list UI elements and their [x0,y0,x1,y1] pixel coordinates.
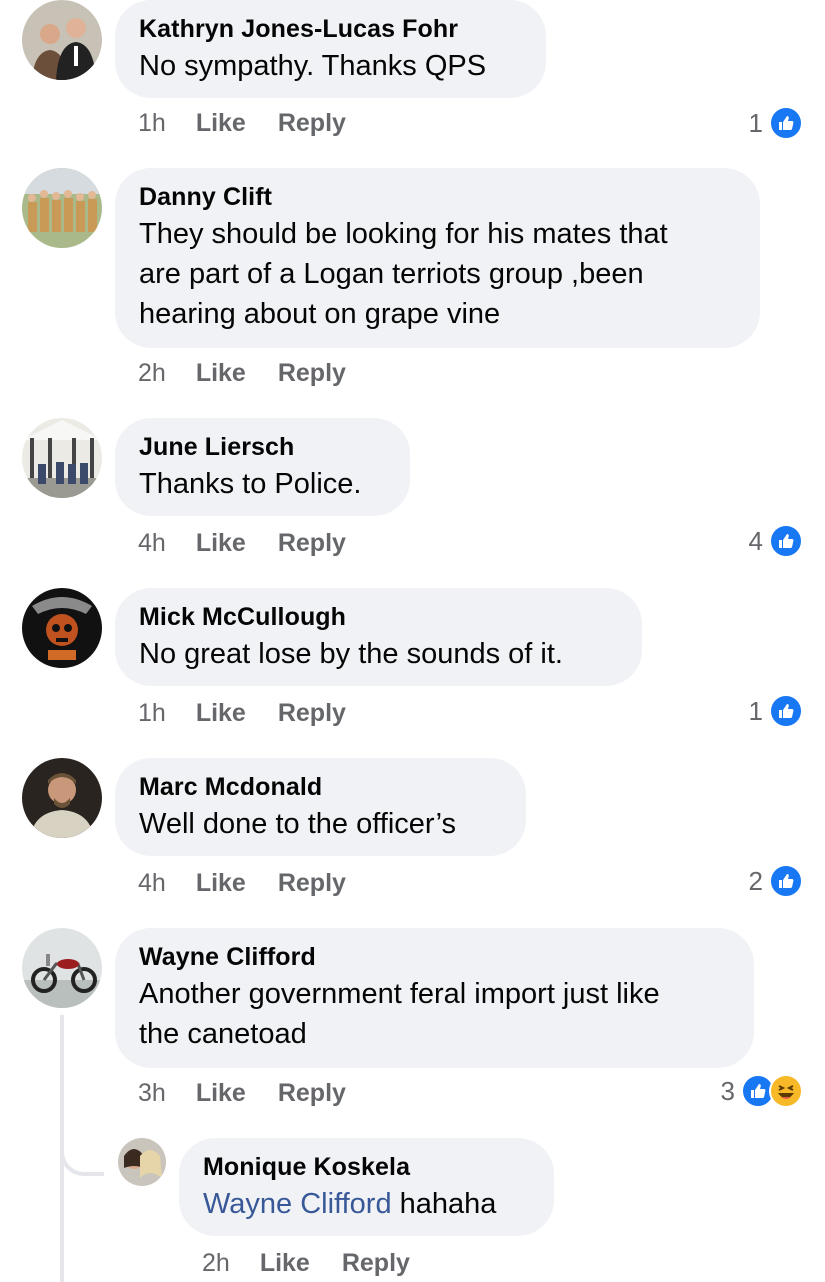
reaction-summary[interactable]: 3 [721,1074,803,1108]
comment-time[interactable]: 2h [138,358,166,388]
reply-button[interactable]: Reply [278,868,346,898]
comment-text: Wayne Clifford hahaha [203,1184,530,1224]
comment-text: No sympathy. Thanks QPS [139,50,487,82]
comment-bubble: Monique Koskela Wayne Clifford hahaha [179,1138,554,1236]
comment-actions: 2h Like Reply [202,1248,442,1278]
avatar-photo [22,168,102,248]
avatar[interactable] [22,0,102,80]
comment-text-line: Another government feral import just lik… [139,978,660,1010]
reply-button[interactable]: Reply [342,1248,410,1278]
comment-text-line: hearing about on grape vine [139,298,501,330]
like-button[interactable]: Like [196,698,246,728]
reaction-summary[interactable]: 1 [749,694,803,728]
comment-time[interactable]: 1h [138,108,166,138]
comment-text: Well done to the officer’s [139,808,457,840]
avatar[interactable] [118,1138,166,1186]
like-button[interactable]: Like [196,1078,246,1108]
thumbs-up-icon [769,106,803,140]
comment-author[interactable]: Marc Mcdonald [139,772,502,802]
comment-bubble: Mick McCullough No great lose by the sou… [115,588,642,686]
comment-actions: 4h Like Reply [138,528,378,558]
like-button[interactable]: Like [196,528,246,558]
thumbs-up-icon [769,864,803,898]
avatar-photo [22,0,102,80]
comment-actions: 2h Like Reply [138,358,378,388]
comment-time[interactable]: 1h [138,698,166,728]
comment-author[interactable]: June Liersch [139,432,386,462]
reply-thread-connector [60,1140,104,1176]
comment-text-line: the canetoad [139,1018,307,1050]
mention-link[interactable]: Wayne Clifford [203,1188,392,1220]
reply-button[interactable]: Reply [278,358,346,388]
avatar-photo [22,588,102,668]
comment-bubble: Marc Mcdonald Well done to the officer’s [115,758,526,856]
reply-button[interactable]: Reply [278,1078,346,1108]
comment-bubble: Kathryn Jones-Lucas Fohr No sympathy. Th… [115,0,546,98]
comment-author[interactable]: Mick McCullough [139,602,618,632]
reaction-count: 2 [748,865,763,896]
reply-button[interactable]: Reply [278,108,346,138]
like-button[interactable]: Like [196,108,246,138]
comment-author[interactable]: Monique Koskela [203,1152,530,1182]
comment-thread: Kathryn Jones-Lucas Fohr No sympathy. Th… [0,0,825,1282]
comment-author[interactable]: Kathryn Jones-Lucas Fohr [139,14,522,44]
comment-time[interactable]: 2h [202,1248,230,1278]
thumbs-up-icon [769,524,803,558]
reaction-count: 1 [748,107,763,138]
comment-actions: 4h Like Reply [138,868,378,898]
reaction-count: 4 [748,525,763,556]
avatar-photo [22,758,102,838]
comment-actions: 1h Like Reply [138,108,378,138]
comment-text-line: They should be looking for his mates tha… [139,218,668,250]
comment-bubble: June Liersch Thanks to Police. [115,418,410,516]
like-button[interactable]: Like [196,868,246,898]
reaction-summary[interactable]: 4 [749,524,803,558]
comment-author[interactable]: Danny Clift [139,182,736,212]
like-button[interactable]: Like [196,358,246,388]
avatar[interactable] [22,928,102,1008]
comment-actions: 1h Like Reply [138,698,378,728]
comment-bubble: Wayne Clifford Another government feral … [115,928,754,1068]
avatar-photo [22,928,102,1008]
reaction-count: 3 [720,1075,735,1106]
comment-time[interactable]: 4h [138,528,166,558]
thumbs-up-icon [769,694,803,728]
reaction-summary[interactable]: 1 [749,106,803,140]
comment-bubble: Danny Clift They should be looking for h… [115,168,760,348]
avatar[interactable] [22,418,102,498]
comment-time[interactable]: 3h [138,1078,166,1108]
like-button[interactable]: Like [260,1248,310,1278]
comment-text: Thanks to Police. [139,468,362,500]
comment-text: Another government feral import just lik… [139,974,730,1054]
avatar[interactable] [22,758,102,838]
reaction-summary[interactable]: 2 [749,864,803,898]
comment-actions: 3h Like Reply [138,1078,378,1108]
reply-button[interactable]: Reply [278,698,346,728]
laughing-face-icon [769,1074,803,1108]
comment-time[interactable]: 4h [138,868,166,898]
reaction-count: 1 [748,695,763,726]
comment-author[interactable]: Wayne Clifford [139,942,730,972]
comment-text: They should be looking for his mates tha… [139,214,736,334]
comment-text: No great lose by the sounds of it. [139,638,563,670]
avatar-photo [22,418,102,498]
reply-button[interactable]: Reply [278,528,346,558]
avatar[interactable] [22,588,102,668]
avatar[interactable] [22,168,102,248]
comment-text-line: are part of a Logan terriots group ,been [139,258,644,290]
reply-text: hahaha [391,1188,497,1220]
avatar-photo [118,1138,166,1186]
